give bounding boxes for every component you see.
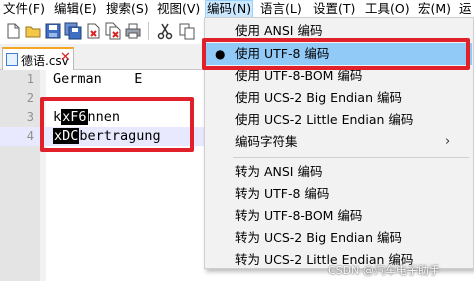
tab-close-icon[interactable]: ✕ [60,50,71,65]
line-text: German E [53,71,143,87]
close-icon[interactable] [84,22,102,40]
submenu-arrow-icon: › [445,134,451,149]
tab-file[interactable]: 德语.csv ✕ [2,47,74,70]
menu-item-convert-utf8[interactable]: 转为 UTF-8 编码 [206,183,472,205]
copy-icon[interactable] [178,22,196,40]
print-icon[interactable] [124,22,142,40]
menu-view[interactable]: 视图(V) [156,0,201,18]
line-number: 2 [26,91,34,105]
highlight-box-garbled-text [40,97,194,152]
menu-search[interactable]: 搜索(S) [105,0,150,18]
menu-item-charset[interactable]: 编码字符集 › [206,131,472,153]
menu-tools[interactable]: 工具(O) [364,0,411,18]
file-icon [6,53,18,66]
save-all-icon[interactable] [64,22,82,40]
menu-separator [233,157,469,158]
menu-item-label: 编码字符集 [235,134,298,149]
menu-macro[interactable]: 宏(M) [417,0,452,18]
menu-file[interactable]: 文件(F) [2,0,46,18]
cut-icon[interactable] [156,22,174,40]
close-all-icon[interactable] [104,22,122,40]
menu-item-convert-ansi[interactable]: 转为 ANSI 编码 [206,161,472,183]
menu-edit[interactable]: 编辑(E) [53,0,98,18]
line-number: 4 [26,129,34,143]
line-number: 3 [26,110,34,124]
menu-item-convert-utf8-bom[interactable]: 转为 UTF-8-BOM 编码 [206,205,472,227]
new-file-icon[interactable] [4,22,22,40]
highlight-box-utf8-option [202,38,470,70]
menu-run[interactable]: 运 [458,0,473,18]
menu-settings[interactable]: 设置(T) [312,0,356,18]
watermark: CSDN @汽车电子助手 [328,264,440,277]
open-file-icon[interactable] [24,22,42,40]
toolbar-separator [148,22,149,40]
menu-encoding[interactable]: 编码(N) [205,0,254,18]
menu-language[interactable]: 语言(L) [259,0,303,18]
menu-item-use-ucs2-be[interactable]: 使用 UCS-2 Big Endian 编码 [206,87,472,109]
line-number: 1 [26,72,34,86]
menu-item-use-ucs2-le[interactable]: 使用 UCS-2 Little Endian 编码 [206,109,472,131]
menu-item-convert-ucs2-be[interactable]: 转为 UCS-2 Big Endian 编码 [206,227,472,249]
menu-bar: 文件(F) 编辑(E) 搜索(S) 视图(V) 编码(N) 语言(L) 设置(T… [0,0,474,18]
save-icon[interactable] [44,22,62,40]
